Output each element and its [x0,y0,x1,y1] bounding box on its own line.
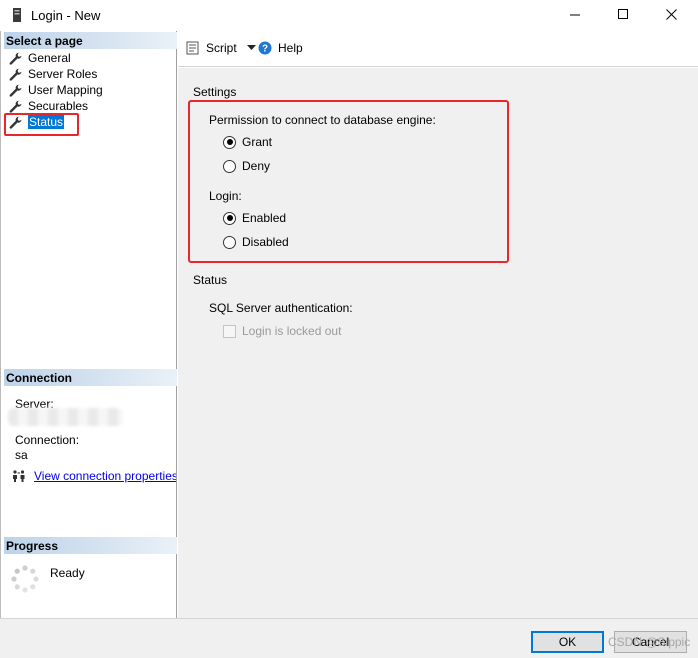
sidebar-item-general[interactable]: General [9,50,71,66]
minimize-icon [569,9,581,23]
login-label: Login: [209,189,242,203]
sidebar-item-securables[interactable]: Securables [9,98,88,114]
content-panel: Settings Permission to connect to databa… [178,68,698,618]
server-value-redacted [8,408,123,426]
connection-header: Connection [4,369,177,386]
watermark: CSDN @Sippic [608,635,691,649]
script-label: Script [206,41,237,55]
settings-title: Settings [193,85,237,99]
permission-label: Permission to connect to database engine… [209,113,436,127]
maximize-button[interactable] [600,0,646,31]
deny-label: Deny [242,159,271,173]
help-icon: ? [258,41,274,55]
auth-label: SQL Server authentication: [209,301,353,315]
enabled-label: Enabled [242,211,287,225]
connection-properties-icon [12,469,26,483]
button-bar: OK Cancel CSDN @Sippic [0,618,698,658]
locked-out-label: Login is locked out [242,324,342,338]
sidebar-item-label: General [28,51,71,65]
disabled-label: Disabled [242,235,289,249]
sidebar-item-server-roles[interactable]: Server Roles [9,66,97,82]
checkbox-disabled[interactable] [223,324,236,338]
script-button[interactable]: Script [186,41,256,55]
connection-label: Connection: [15,433,80,447]
sidebar-item-label: User Mapping [28,83,103,97]
app-icon [12,8,22,22]
grant-radio[interactable]: Grant [223,135,272,149]
wrench-icon [9,52,22,65]
enabled-radio[interactable]: Enabled [223,211,286,225]
close-button[interactable] [648,0,694,31]
sidebar-item-label: Securables [28,99,89,113]
ok-button[interactable]: OK [531,631,604,653]
minimize-button[interactable] [552,0,598,31]
progress-header: Progress [4,537,177,554]
status-title: Status [193,273,228,287]
deny-radio[interactable]: Deny [223,159,270,173]
maximize-icon [617,8,629,23]
script-icon [186,41,202,55]
svg-text:?: ? [262,44,268,55]
close-icon [665,8,677,23]
chevron-down-icon[interactable] [246,45,256,51]
progress-spinner-icon [10,564,40,594]
view-connection-properties-link[interactable]: View connection properties [34,469,176,483]
select-page-header: Select a page [4,32,177,49]
wrench-icon [9,100,22,113]
help-button[interactable]: ? Help [258,41,303,55]
connection-value: sa [15,448,28,462]
help-label: Help [278,41,303,55]
sidebar-item-label: Server Roles [28,67,98,81]
radio-unchecked[interactable] [223,235,236,249]
disabled-radio[interactable]: Disabled [223,235,289,249]
radio-checked[interactable] [223,135,236,149]
wrench-icon [9,68,22,81]
locked-out-checkbox[interactable]: Login is locked out [223,324,341,338]
title-bar: Login - New [0,0,698,31]
wrench-icon [9,84,22,97]
radio-unchecked[interactable] [223,159,236,173]
radio-checked[interactable] [223,211,236,225]
sidebar-item-user-mapping[interactable]: User Mapping [9,82,103,98]
toolbar: Script ? Help [178,31,698,67]
grant-label: Grant [242,135,273,149]
progress-status: Ready [50,566,85,580]
window-title: Login - New [31,8,101,23]
status-highlight-box [4,113,79,136]
